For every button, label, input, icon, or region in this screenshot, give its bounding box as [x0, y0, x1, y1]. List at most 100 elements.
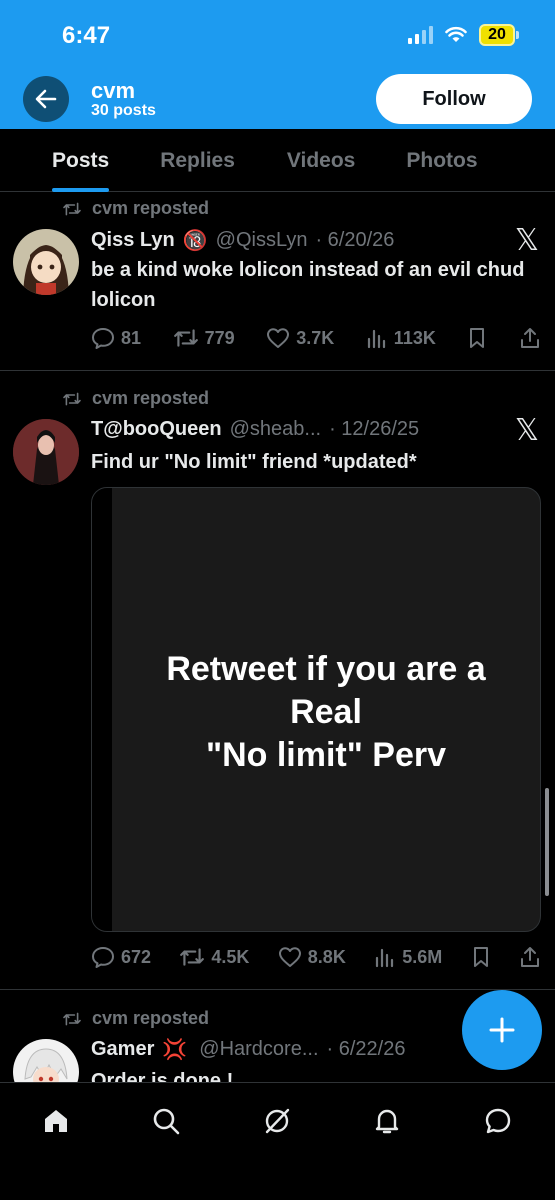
- heart-icon: [267, 328, 290, 348]
- tab-label: Photos: [406, 148, 478, 172]
- views-button[interactable]: 113K: [366, 327, 436, 349]
- repost-button[interactable]: 4.5K: [179, 946, 249, 968]
- tweet-date: · 6/22/26: [326, 1038, 406, 1060]
- like-count: 8.8K: [307, 946, 346, 967]
- tab-label: Replies: [160, 148, 235, 172]
- display-name[interactable]: Gamer: [91, 1038, 154, 1061]
- avatar[interactable]: [13, 1039, 79, 1082]
- tab-posts[interactable]: Posts: [52, 129, 110, 192]
- tweet-date: · 6/20/26: [315, 229, 395, 251]
- tweet-actions: 672 4.5K 8.8K 5.6M: [91, 946, 541, 968]
- bookmark-icon[interactable]: [471, 946, 491, 968]
- tweet-text: Find ur "No limit" friend *updated*: [91, 451, 417, 473]
- views-button[interactable]: 5.6M: [374, 946, 442, 968]
- tab-label: Videos: [286, 148, 356, 172]
- tweet-media[interactable]: Retweet if you are a Real "No limit" Per…: [91, 487, 541, 932]
- like-count: 3.7K: [296, 327, 335, 348]
- repost-indicator: cvm reposted: [62, 388, 209, 409]
- compose-button[interactable]: [462, 990, 542, 1070]
- analytics-icon: [367, 329, 385, 349]
- tab-photos[interactable]: Photos: [406, 129, 477, 192]
- share-icon[interactable]: [519, 946, 541, 968]
- like-button[interactable]: 3.7K: [266, 327, 334, 349]
- repost-button[interactable]: 779: [173, 327, 235, 349]
- status-time: 6:47: [62, 22, 111, 49]
- reply-button[interactable]: 81: [91, 327, 141, 349]
- x-logo-icon: 𝕏: [514, 414, 539, 447]
- post-count: 30 posts: [91, 102, 156, 119]
- arrow-left-icon: [35, 89, 57, 109]
- wifi-icon: [445, 26, 467, 42]
- nav-notifications[interactable]: [367, 1101, 407, 1141]
- media-caption: Retweet if you are a Real "No limit" Per…: [112, 648, 540, 777]
- tweet-text: Order is done !: [91, 1070, 234, 1082]
- battery-icon: 20: [479, 24, 519, 46]
- reply-count: 81: [121, 327, 142, 348]
- handle[interactable]: @sheab...: [230, 418, 321, 441]
- repost-icon: [63, 1012, 81, 1025]
- notifications-icon: [375, 1109, 399, 1134]
- repost-label: cvm reposted: [92, 388, 210, 408]
- repost-count: 779: [204, 327, 235, 348]
- repost-icon: [180, 948, 205, 966]
- heart-icon: [278, 947, 301, 967]
- grok-icon: [265, 1108, 290, 1134]
- profile-header: 6:47 20 cvm 30 posts Follow: [0, 0, 555, 129]
- view-count: 113K: [393, 327, 436, 348]
- tweet-date: · 12/26/25: [329, 418, 420, 440]
- tab-replies[interactable]: Replies: [160, 129, 235, 192]
- tab-label: Posts: [52, 148, 110, 172]
- reply-button[interactable]: 672: [91, 946, 151, 968]
- media-caption-line: "No limit" Perv: [205, 736, 447, 774]
- tweet[interactable]: cvm reposted T@booQueen @sheab... · 12/2…: [0, 371, 555, 990]
- tweet-header: Gamer 💢 @Hardcore... · 6/22/26: [91, 1037, 405, 1062]
- nav-home[interactable]: [36, 1101, 76, 1141]
- repost-indicator: cvm reposted: [62, 1008, 209, 1029]
- plus-icon: [489, 1017, 515, 1043]
- bookmark-icon[interactable]: [467, 327, 487, 349]
- cellular-signal-icon: [408, 26, 433, 44]
- reply-icon: [92, 947, 114, 968]
- repost-icon: [63, 202, 81, 215]
- tab-active-indicator: [52, 188, 110, 192]
- reply-icon: [92, 328, 114, 349]
- repost-icon: [173, 329, 198, 347]
- avatar[interactable]: [13, 419, 79, 485]
- battery-level: 20: [479, 24, 515, 46]
- display-name[interactable]: Qiss Lyn: [91, 229, 175, 252]
- repost-label: cvm reposted: [92, 198, 210, 218]
- handle[interactable]: @Hardcore...: [199, 1038, 318, 1061]
- back-button[interactable]: [23, 76, 69, 122]
- tweet[interactable]: cvm reposted Qiss Lyn 🔞 @QissLyn · 6/20/…: [0, 193, 555, 371]
- like-button[interactable]: 8.8K: [278, 946, 346, 968]
- nav-messages[interactable]: [478, 1101, 518, 1141]
- repost-count: 4.5K: [211, 946, 250, 967]
- nav-grok[interactable]: [257, 1101, 297, 1141]
- age-restricted-badge: 🔞: [182, 230, 208, 252]
- profile-name: cvm: [91, 78, 136, 103]
- tab-videos[interactable]: Videos: [287, 129, 355, 192]
- x-logo-icon: 𝕏: [514, 224, 539, 257]
- media-caption-line: Real: [290, 693, 362, 731]
- repost-icon: [63, 392, 81, 405]
- follow-button[interactable]: Follow: [376, 74, 532, 124]
- display-name[interactable]: T@booQueen: [91, 418, 222, 441]
- view-count: 5.6M: [402, 946, 443, 967]
- search-icon: [153, 1108, 180, 1135]
- media-caption-line: Retweet if you are a: [166, 650, 486, 688]
- scrollbar-thumb[interactable]: [545, 788, 549, 896]
- messages-icon: [485, 1108, 511, 1134]
- repost-label: cvm reposted: [92, 1008, 210, 1028]
- reply-count: 672: [121, 946, 152, 967]
- handle[interactable]: @QissLyn: [216, 229, 308, 252]
- profile-tabs: Posts Replies Videos Photos: [0, 129, 555, 192]
- avatar[interactable]: [13, 229, 79, 295]
- share-icon[interactable]: [519, 327, 541, 349]
- tweet-header: Qiss Lyn 🔞 @QissLyn · 6/20/26: [91, 228, 394, 253]
- repost-indicator: cvm reposted: [62, 198, 209, 219]
- nav-search[interactable]: [146, 1101, 186, 1141]
- anger-badge: 💢: [162, 1039, 188, 1061]
- status-indicators: 20: [408, 24, 519, 46]
- analytics-icon: [376, 948, 394, 968]
- home-icon: [45, 1110, 67, 1132]
